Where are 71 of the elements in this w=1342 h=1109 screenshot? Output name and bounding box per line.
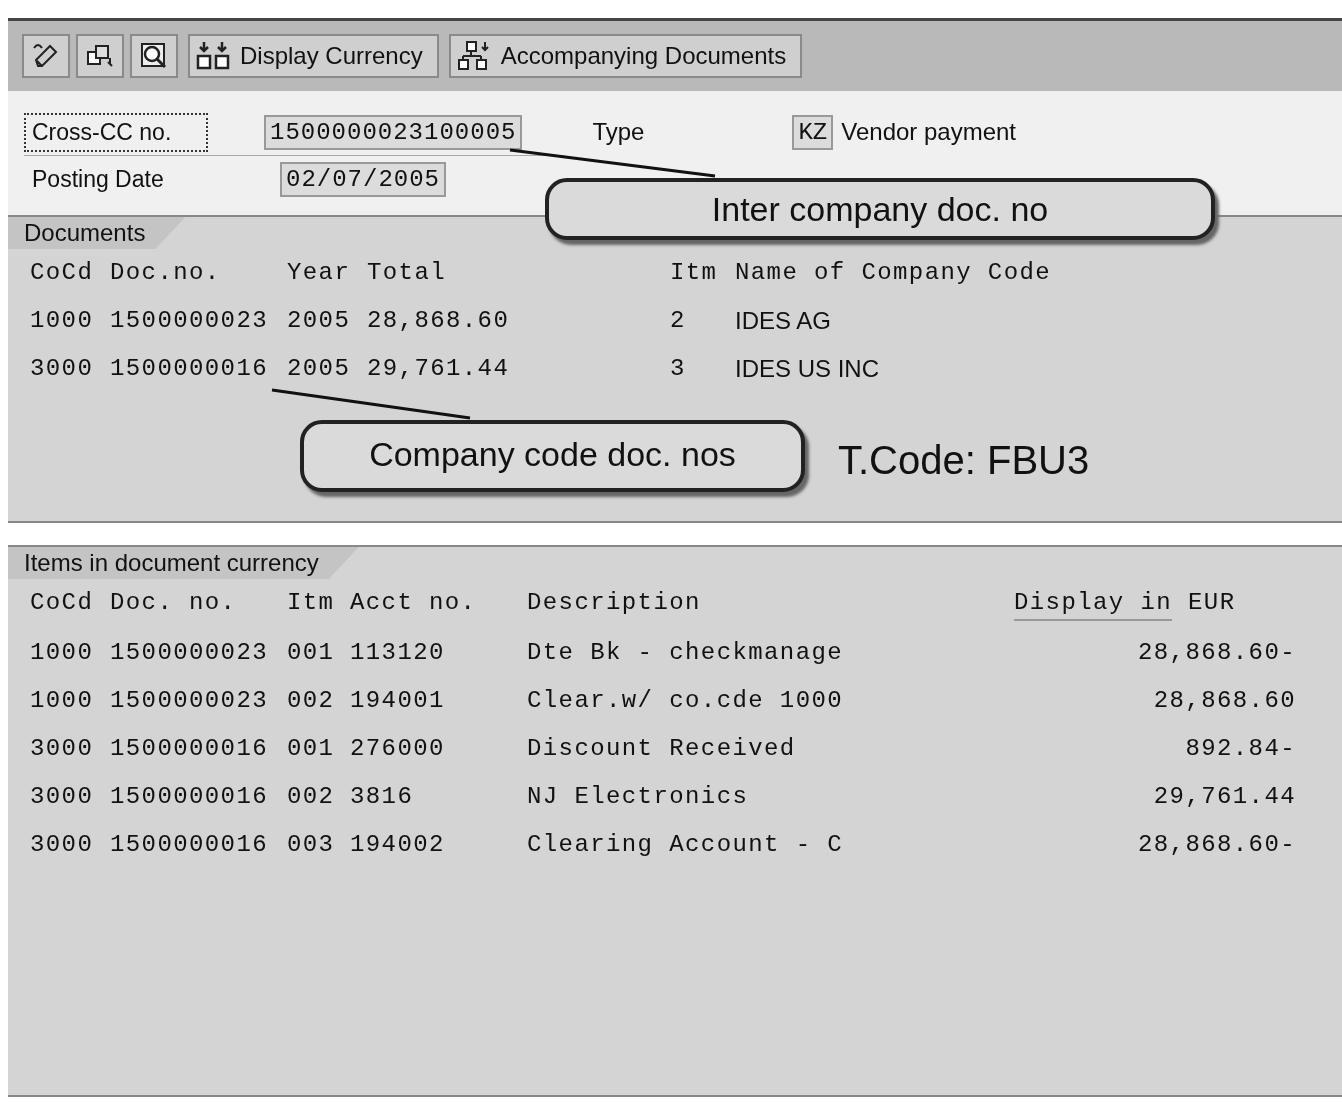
table-cell-text: 001 bbox=[287, 734, 336, 764]
field-label: Cross-CC no. bbox=[24, 112, 208, 152]
table-cell-text: 2005 bbox=[287, 306, 352, 336]
table-cell-text: Dte Bk - checkmanage bbox=[527, 638, 845, 668]
table-cell-text: 1500000016 bbox=[110, 734, 270, 764]
table-cell-text: 1500000016 bbox=[110, 782, 270, 812]
table-cell-text: 1500000016 bbox=[110, 830, 270, 860]
field-label: Type bbox=[592, 118, 646, 146]
value-field[interactable]: 02/07/2005 bbox=[280, 161, 447, 197]
table-cell-text: 276000 bbox=[350, 734, 446, 764]
table-cell-text: 3 bbox=[670, 354, 687, 384]
table-cell-text: 1000 bbox=[30, 306, 95, 336]
table-cell-text: Clearing Account - C bbox=[527, 830, 845, 860]
table-cell-text: NJ Electronics bbox=[527, 782, 750, 812]
table-cell-text: IDES US INC bbox=[735, 354, 881, 384]
column-header: Year bbox=[287, 258, 352, 288]
icon-button[interactable] bbox=[130, 34, 178, 78]
table-cell-text: Discount Received bbox=[527, 734, 797, 764]
table-cell-text: 002 bbox=[287, 686, 336, 716]
column-header: Doc.no. bbox=[110, 258, 222, 288]
table-cell-text: 1500000023 bbox=[110, 638, 270, 668]
table-cell-text: 3000 bbox=[30, 734, 95, 764]
table-cell-text: 3000 bbox=[30, 830, 95, 860]
boxes-icon bbox=[196, 40, 232, 72]
table-cell-text: 3000 bbox=[30, 354, 95, 384]
table-cell-text: 194002 bbox=[350, 830, 446, 860]
code-field[interactable]: KZ bbox=[792, 114, 834, 150]
column-header: Itm bbox=[670, 258, 719, 288]
toolbar-button[interactable]: Display Currency bbox=[188, 34, 439, 78]
callout: Company code doc. nos bbox=[300, 420, 805, 492]
table-cell-text: 1000 bbox=[30, 686, 95, 716]
table-cell-text: 29,761.44 bbox=[367, 354, 511, 384]
table-cell-text: 3816 bbox=[350, 782, 415, 812]
table-cell-text: 28,868.60 bbox=[1152, 686, 1297, 716]
table-cell-text: 001 bbox=[287, 638, 336, 668]
table-cell-text: 2 bbox=[670, 306, 687, 336]
table-cell-text: 002 bbox=[287, 782, 336, 812]
column-header: CoCd bbox=[30, 588, 95, 618]
table-cell-text: 194001 bbox=[350, 686, 446, 716]
table-cell-text: IDES AG bbox=[735, 306, 833, 336]
value-field[interactable]: 1500000023100005 bbox=[264, 114, 523, 150]
column-header: Acct no. bbox=[350, 588, 478, 618]
column-header: Total bbox=[367, 258, 447, 288]
icon-button[interactable] bbox=[76, 34, 124, 78]
currency-label: EUR bbox=[1188, 588, 1236, 618]
field-label: Posting Date bbox=[31, 164, 165, 194]
column-header: Name of Company Code bbox=[735, 258, 1053, 288]
table-cell-text: 1500000023 bbox=[110, 686, 270, 716]
column-header: Itm bbox=[287, 588, 336, 618]
table-cell-text: 28,868.60- bbox=[1136, 638, 1297, 668]
column-header: CoCd bbox=[30, 258, 95, 288]
table-cell-text: 3000 bbox=[30, 782, 95, 812]
table-cell-text: 28,868.60 bbox=[367, 306, 511, 336]
table-cell-text: Clear.w/ co.cde 1000 bbox=[527, 686, 845, 716]
field-text: Vendor payment bbox=[841, 118, 1017, 146]
table-cell-text: 1500000016 bbox=[110, 354, 270, 384]
column-header: Doc. no. bbox=[110, 588, 238, 618]
column-header: Display in bbox=[1014, 587, 1173, 621]
table-cell-text: 2005 bbox=[287, 354, 352, 384]
column-header: Description bbox=[527, 588, 702, 618]
callout: Inter company doc. no bbox=[545, 178, 1215, 240]
table-cell-text: 29,761.44 bbox=[1152, 782, 1297, 812]
table-cell-text: 28,868.60- bbox=[1136, 830, 1297, 860]
table-cell-text: 1500000023 bbox=[110, 306, 270, 336]
table-cell-text: 1000 bbox=[30, 638, 95, 668]
table-cell-text: 113120 bbox=[350, 638, 446, 668]
transaction-code-note: T.Code: FBU3 bbox=[838, 438, 1090, 483]
toolbar-button[interactable]: Accompanying Documents bbox=[448, 34, 803, 78]
table-cell-text: 892.84- bbox=[1184, 734, 1297, 764]
icon-button[interactable] bbox=[22, 34, 70, 78]
table-cell-text: 003 bbox=[287, 830, 336, 860]
